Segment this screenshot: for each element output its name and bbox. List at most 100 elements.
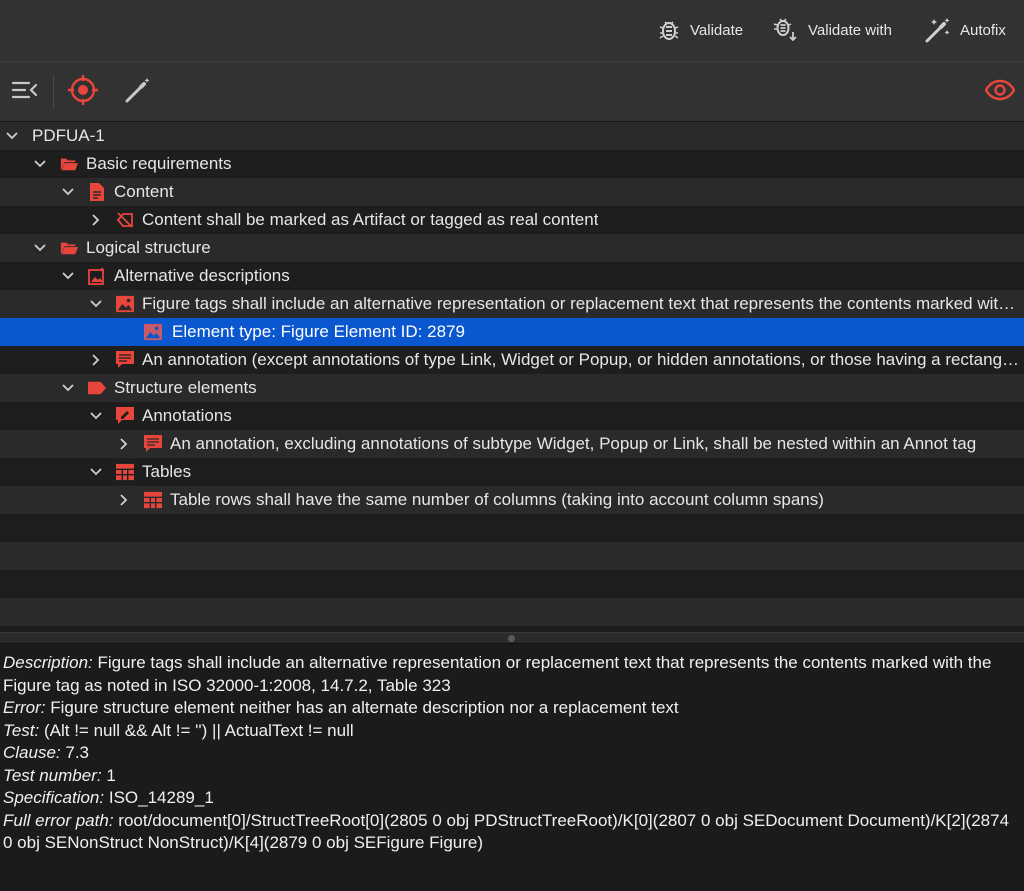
description-text: Figure tags shall include an alternative… — [3, 653, 992, 695]
clause-line: Clause: 7.3 — [3, 742, 1020, 765]
tree-label: Basic requirements — [86, 154, 232, 173]
validate-label: Validate — [690, 21, 744, 39]
collapse-list-icon — [11, 79, 39, 106]
chevron-down-icon[interactable] — [60, 380, 76, 396]
test-text: (Alt != null && Alt != '') || ActualText… — [43, 720, 354, 740]
tree-label: Content shall be marked as Artifact or t… — [142, 210, 599, 229]
details-pane: Description: Figure tags shall include a… — [0, 644, 1024, 891]
error-line: Error: Figure structure element neither … — [3, 697, 1020, 720]
validate-with-label: Validate with — [808, 21, 892, 39]
tree-row-logical-structure[interactable]: Logical structure — [0, 234, 1024, 262]
tree-row-figure-rule[interactable]: Figure tags shall include an alternative… — [0, 290, 1024, 318]
chevron-down-icon[interactable] — [88, 296, 104, 312]
document-icon — [88, 183, 106, 201]
tree-row-table-rule[interactable]: Table rows shall have the same number of… — [0, 486, 1024, 514]
chevron-down-icon[interactable] — [4, 128, 20, 144]
table-icon — [144, 491, 162, 509]
validate-with-button[interactable]: Validate with — [772, 13, 892, 47]
chevron-right-icon[interactable] — [88, 212, 104, 228]
tree-label: An annotation (except annotations of typ… — [142, 350, 1022, 369]
empty-row — [0, 598, 1024, 626]
empty-row — [0, 570, 1024, 598]
magic-wand-icon — [122, 75, 152, 110]
chevron-down-icon[interactable] — [32, 240, 48, 256]
specification-label: Specification: — [3, 788, 105, 807]
validate-button[interactable]: Validate — [656, 13, 743, 47]
chevron-right-icon[interactable] — [116, 492, 132, 508]
pane-splitter[interactable] — [0, 632, 1024, 644]
chevron-right-icon[interactable] — [116, 436, 132, 452]
tree-label: Structure elements — [114, 378, 257, 397]
description-line: Description: Figure tags shall include a… — [3, 652, 1020, 697]
tag-icon — [88, 379, 106, 397]
folder-open-icon — [60, 239, 78, 257]
magic-wand-icon — [922, 15, 952, 45]
tree-row-figure-element[interactable]: Element type: Figure Element ID: 2879 — [0, 318, 1024, 346]
tree-row-content[interactable]: Content — [0, 178, 1024, 206]
test-line: Test: (Alt != null && Alt != '') || Actu… — [3, 720, 1020, 743]
hidden-tag-icon — [116, 211, 134, 229]
test-label: Test: — [3, 720, 40, 740]
chevron-down-icon[interactable] — [60, 268, 76, 284]
tree-row-content-rule[interactable]: Content shall be marked as Artifact or t… — [0, 206, 1024, 234]
annotation-edit-icon — [116, 407, 134, 425]
error-text: Figure structure element neither has an … — [50, 698, 679, 717]
chevron-down-icon[interactable] — [32, 156, 48, 172]
top-bar: Validate Validate with Autofix — [0, 0, 1024, 62]
image-icon — [116, 295, 134, 313]
tree-row-pdfua-1[interactable]: PDFUA-1 — [0, 122, 1024, 150]
autofix-button[interactable]: Autofix — [922, 13, 1006, 47]
test-number-label: Test number: — [3, 765, 102, 785]
tree-row-alternative-descriptions[interactable]: Alternative descriptions — [0, 262, 1024, 290]
full-error-path-line: Full error path: root/document[0]/Struct… — [3, 810, 1020, 855]
splitter-handle[interactable] — [508, 635, 515, 642]
tree-label: Annotations — [142, 406, 232, 425]
comment-icon — [144, 435, 162, 453]
tree-label: An annotation, excluding annotations of … — [170, 434, 977, 453]
collapse-sidebar-button[interactable] — [9, 76, 41, 108]
autofix-label: Autofix — [960, 21, 1006, 39]
chevron-down-icon[interactable] — [88, 408, 104, 424]
visibility-toggle-button[interactable] — [983, 76, 1017, 108]
empty-row — [0, 514, 1024, 542]
chevron-down-icon[interactable] — [88, 464, 104, 480]
bug-download-icon — [772, 16, 800, 44]
test-number-line: Test number: 1 — [3, 765, 1020, 788]
tree-label: Content — [114, 182, 174, 201]
tree-row-annotation-rule[interactable]: An annotation (except annotations of typ… — [0, 346, 1024, 374]
tree-label: Tables — [142, 462, 192, 481]
toolbar-divider — [53, 76, 54, 108]
error-label: Error: — [3, 698, 46, 717]
test-number-text: 1 — [106, 765, 116, 785]
clause-label: Clause: — [3, 743, 61, 762]
locate-button[interactable] — [67, 74, 99, 111]
clause-text: 7.3 — [65, 743, 90, 762]
tree-label: Alternative descriptions — [114, 266, 290, 285]
specification-text: ISO_14289_1 — [108, 788, 214, 807]
tree-label: Figure tags shall include an alternative… — [142, 294, 1022, 313]
chevron-down-icon[interactable] — [60, 184, 76, 200]
tree-row-annotations[interactable]: Annotations — [0, 402, 1024, 430]
folder-open-icon — [60, 155, 78, 173]
tree-toolbar — [0, 62, 1024, 122]
image-sparkle-icon — [88, 267, 106, 285]
empty-row — [0, 542, 1024, 570]
tree-label: Element type: Figure Element ID: 2879 — [172, 322, 465, 341]
table-icon — [116, 463, 134, 481]
full-path-text: root/document[0]/StructTreeRoot[0](2805 … — [3, 810, 1010, 853]
tree-row-annotation-nesting-rule[interactable]: An annotation, excluding annotations of … — [0, 430, 1024, 458]
chevron-right-icon[interactable] — [88, 352, 104, 368]
validation-tree: PDFUA-1 Basic requirements Content Conte… — [0, 122, 1024, 632]
tree-label: PDFUA-1 — [32, 126, 105, 145]
tree-row-tables[interactable]: Tables — [0, 458, 1024, 486]
comment-icon — [116, 351, 134, 369]
tree-row-basic-requirements[interactable]: Basic requirements — [0, 150, 1024, 178]
autofix-selected-button[interactable] — [121, 76, 153, 108]
image-icon — [144, 323, 162, 341]
bug-icon — [656, 17, 682, 43]
description-label: Description: — [3, 653, 93, 672]
crosshair-icon — [67, 74, 99, 111]
specification-line: Specification: ISO_14289_1 — [3, 787, 1020, 810]
tree-row-structure-elements[interactable]: Structure elements — [0, 374, 1024, 402]
tree-label: Logical structure — [86, 238, 211, 257]
